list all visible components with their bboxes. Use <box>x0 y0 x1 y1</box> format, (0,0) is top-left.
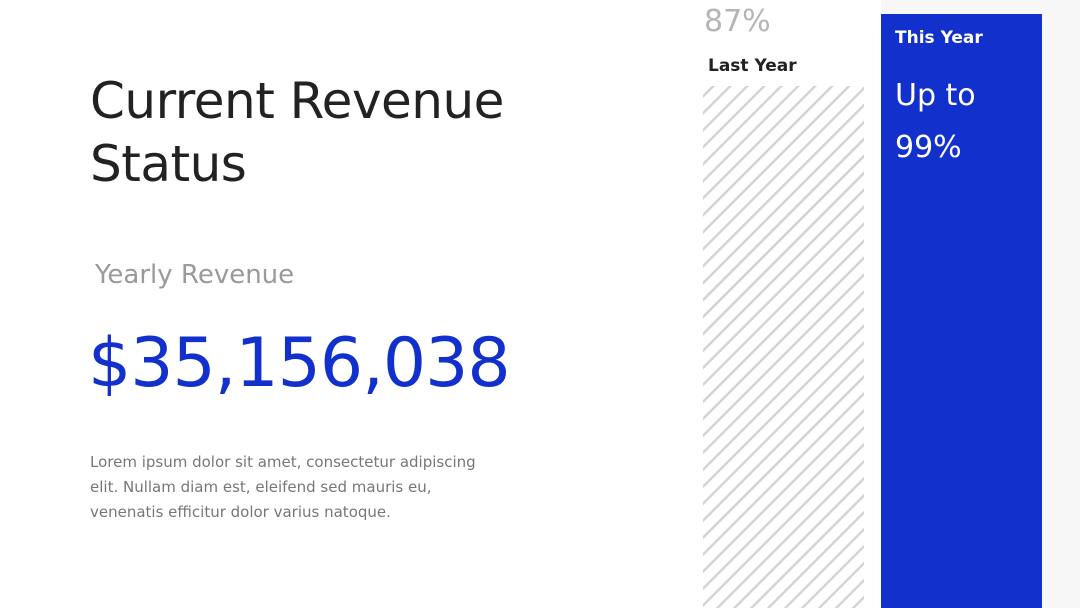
bar-category-label: Last Year <box>708 56 797 76</box>
bar-value-label: Up to <box>895 78 976 113</box>
bar-value-label: 87% <box>704 4 771 39</box>
bar-last-year <box>703 86 864 608</box>
revenue-bar-chart: 87% Last Year This Year Up to 99% <box>703 4 1042 608</box>
bar-category-label: This Year <box>895 28 983 48</box>
bar-value-label: 99% <box>895 130 962 165</box>
